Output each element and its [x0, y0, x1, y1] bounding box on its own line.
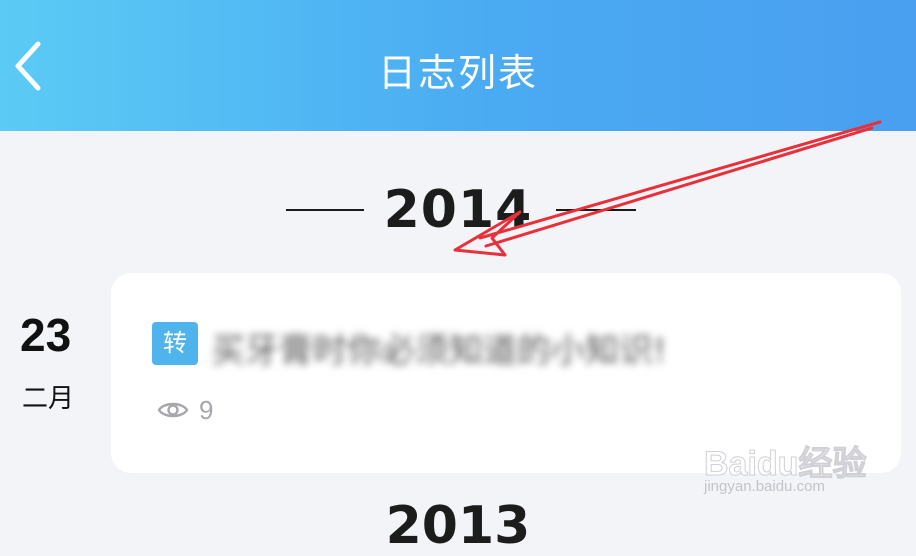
year-divider-right: [556, 209, 636, 211]
watermark: Baidu经验 jingyan.baidu.com: [700, 418, 900, 498]
year-heading: 2014: [383, 180, 533, 240]
entry-day: 23: [20, 309, 72, 361]
watermark-url: jingyan.baidu.com: [704, 478, 825, 495]
entry-month: 二月: [22, 384, 75, 414]
eye-icon: [157, 402, 189, 418]
entry-title[interactable]: 买牙膏时你必须知道的小知识!: [211, 323, 667, 372]
view-count-value: 9: [199, 394, 214, 425]
year-divider-left: [286, 209, 364, 211]
view-count: 9: [157, 395, 213, 425]
next-year-heading: 2013: [385, 496, 531, 556]
page-title: 日志列表: [377, 51, 538, 95]
app-header: 日志列表: [0, 0, 916, 131]
repost-tag: 转: [152, 322, 198, 365]
